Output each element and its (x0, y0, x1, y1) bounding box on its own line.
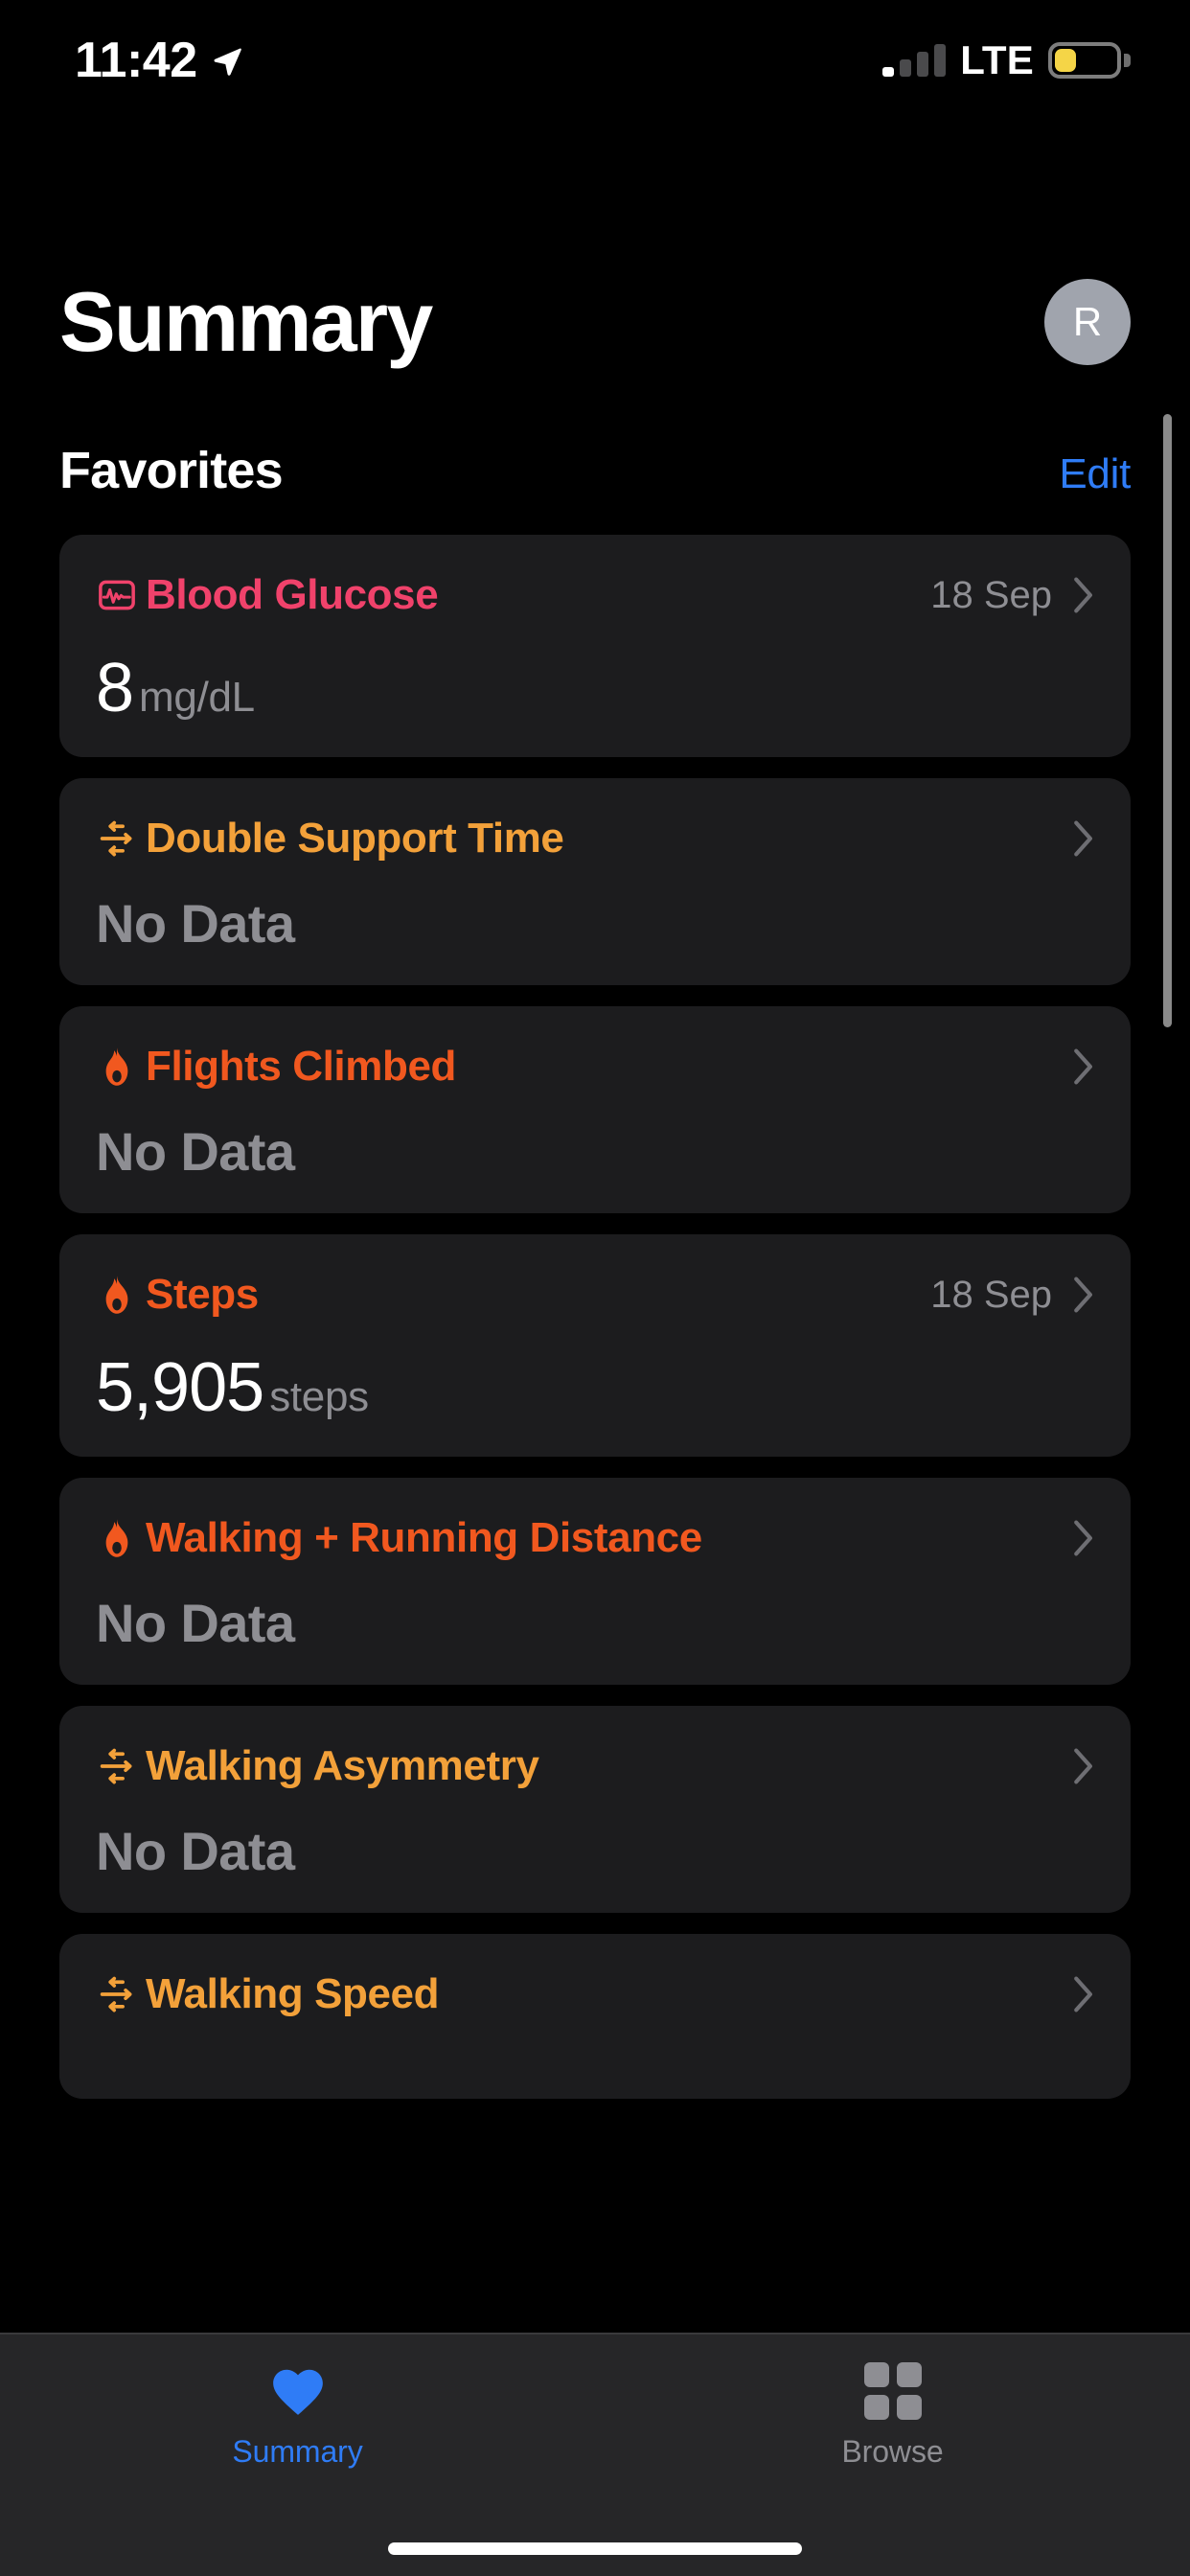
status-time: 11:42 (75, 33, 197, 88)
favorites-section-header: Favorites Edit (0, 441, 1190, 500)
metric-unit: mg/dL (139, 674, 255, 721)
chevron-right-icon (1074, 577, 1092, 613)
card-date: 18 Sep (930, 1273, 1052, 1316)
ecg-waveform-icon (96, 574, 138, 616)
card-header: Walking Asymmetry (96, 1742, 1094, 1790)
metric-value: 8 (96, 650, 134, 726)
favorite-card[interactable]: Walking Speed (59, 1934, 1131, 2099)
flame-icon (96, 1517, 138, 1559)
card-title: Steps (146, 1271, 259, 1318)
tab-bar: Summary Browse (0, 2333, 1190, 2576)
card-header: Walking + Running Distance (96, 1514, 1094, 1562)
card-header: Walking Speed (96, 1970, 1094, 2018)
chevron-right-icon (1074, 1276, 1092, 1313)
no-data-label: No Data (96, 893, 295, 954)
phone-screen: 11:42 LTE Summary R Favorites Edit Blood… (0, 0, 1190, 2576)
card-title: Walking Speed (146, 1970, 440, 2017)
carrier-label: LTE (960, 37, 1034, 82)
battery-icon (1048, 42, 1131, 79)
card-title: Walking + Running Distance (146, 1514, 702, 1561)
flame-icon (96, 1274, 138, 1316)
heart-icon (270, 2361, 326, 2421)
cellular-signal-icon (882, 44, 947, 77)
mobility-arrows-icon (96, 1745, 138, 1787)
chevron-right-icon (1074, 820, 1092, 857)
status-bar-left: 11:42 (75, 28, 243, 85)
card-body: 8 mg/dL (96, 654, 1094, 723)
status-bar-right: LTE (882, 37, 1131, 83)
status-bar: 11:42 LTE (0, 0, 1190, 113)
home-indicator (388, 2542, 802, 2555)
card-header: Steps 18 Sep (96, 1271, 1094, 1319)
no-data-label: No Data (96, 1121, 295, 1182)
card-header-right (1073, 820, 1094, 857)
card-header-right: 18 Sep (930, 574, 1094, 617)
favorite-card[interactable]: Walking Asymmetry No Data (59, 1706, 1131, 1913)
vertical-scrollbar[interactable] (1163, 414, 1172, 1027)
card-body: No Data (96, 1825, 1094, 1878)
section-title: Favorites (59, 442, 284, 499)
location-arrow-icon (214, 48, 241, 76)
card-body: No Data (96, 897, 1094, 951)
avatar[interactable]: R (1044, 279, 1131, 365)
chevron-right-icon (1074, 1048, 1092, 1085)
card-header: Double Support Time (96, 815, 1094, 862)
no-data-label: No Data (96, 1593, 295, 1653)
metric-unit: steps (269, 1373, 369, 1420)
metric-value: 5,905 (96, 1349, 264, 1426)
edit-button[interactable]: Edit (1059, 450, 1131, 498)
mobility-arrows-icon (96, 1973, 138, 2015)
card-title: Walking Asymmetry (146, 1742, 539, 1789)
card-header: Blood Glucose 18 Sep (96, 571, 1094, 619)
tab-browse[interactable]: Browse (595, 2334, 1190, 2503)
card-title: Flights Climbed (146, 1043, 457, 1090)
card-header-right (1073, 1748, 1094, 1784)
flame-icon (96, 1046, 138, 1088)
favorite-card[interactable]: Walking + Running Distance No Data (59, 1478, 1131, 1685)
card-title: Blood Glucose (146, 571, 439, 618)
nav-header: Summary R (0, 261, 1190, 383)
card-title: Double Support Time (146, 815, 564, 862)
no-data-label: No Data (96, 1821, 295, 1881)
tab-summary[interactable]: Summary (0, 2334, 595, 2503)
favorite-card[interactable]: Steps 18 Sep 5,905 steps (59, 1234, 1131, 1457)
card-date: 18 Sep (930, 573, 1052, 616)
card-body: No Data (96, 1597, 1094, 1650)
grid-squares-icon (863, 2361, 922, 2421)
favorites-card-list: Blood Glucose 18 Sep 8 mg/dL Double Support … (0, 535, 1190, 2099)
chevron-right-icon (1074, 1748, 1092, 1784)
card-header-right (1073, 1048, 1094, 1085)
mobility-arrows-icon (96, 817, 138, 860)
chevron-right-icon (1074, 1520, 1092, 1556)
card-header-right: 18 Sep (930, 1274, 1094, 1317)
favorites-scroll-area[interactable]: Blood Glucose 18 Sep 8 mg/dL Double Support … (0, 535, 1190, 2336)
tab-label-browse: Browse (841, 2434, 944, 2469)
card-header-right (1073, 1520, 1094, 1556)
favorite-card[interactable]: Blood Glucose 18 Sep 8 mg/dL (59, 535, 1131, 757)
tab-label-summary: Summary (232, 2434, 363, 2469)
card-header-right (1073, 1976, 1094, 2012)
favorite-card[interactable]: Flights Climbed No Data (59, 1006, 1131, 1213)
page-title: Summary (59, 274, 433, 369)
chevron-right-icon (1074, 1976, 1092, 2012)
card-header: Flights Climbed (96, 1043, 1094, 1091)
favorite-card[interactable]: Double Support Time No Data (59, 778, 1131, 985)
card-body: 5,905 steps (96, 1353, 1094, 1422)
card-body: No Data (96, 1125, 1094, 1179)
